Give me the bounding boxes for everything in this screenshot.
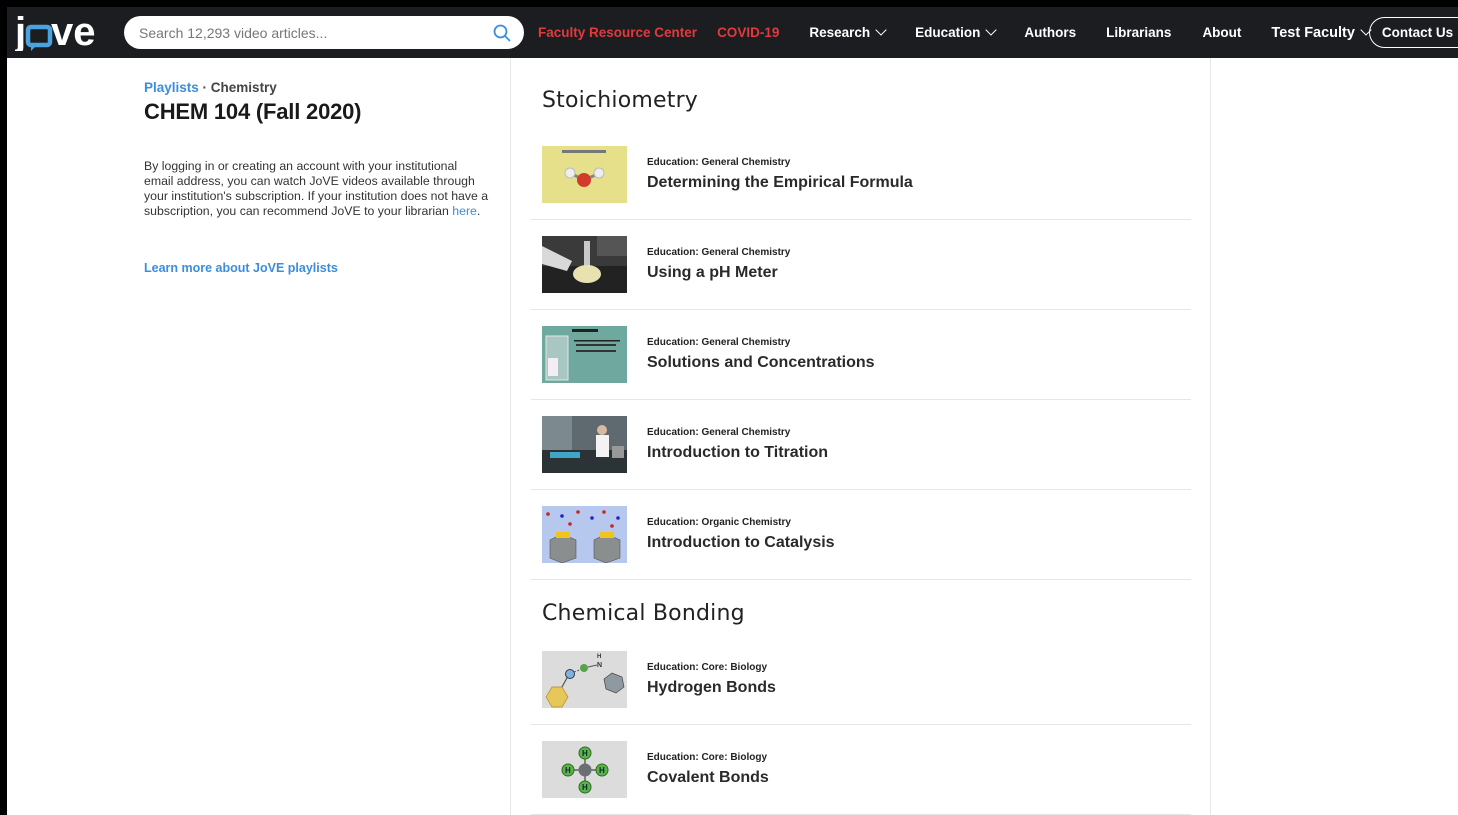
page-title: CHEM 104 (Fall 2020) [144,99,362,124]
login-info-body: By logging in or creating an account wit… [144,159,489,218]
svg-text:H: H [565,766,571,775]
video-title-link[interactable]: Using a pH Meter [647,264,790,282]
video-category: Education: Core: Biology [647,662,767,673]
video-title-link[interactable]: Solutions and Concentrations [647,354,875,372]
search-icon[interactable] [492,23,512,43]
video-title-link[interactable]: Introduction to Catalysis [647,534,835,552]
video-category: Education: General Chemistry [647,337,791,348]
svg-text:j: j [15,15,26,51]
recommend-here-link[interactable]: here [452,204,477,218]
svg-text:H: H [599,766,605,775]
svg-text:H: H [582,783,588,792]
list-item[interactable]: H H H H Education: Core: Biology Covalen… [531,725,1191,815]
video-title-link[interactable]: Determining the Empirical Formula [647,174,913,192]
svg-text:H: H [597,654,601,660]
nav-authors[interactable]: Authors [1024,25,1076,40]
playlist-sidebar: Playlists · Chemistry CHEM 104 (Fall 202… [144,80,489,275]
breadcrumb-playlists-link[interactable]: Playlists [144,80,199,95]
nav-research-label: Research [809,25,871,40]
video-category: Education: Core: Biology [647,752,767,763]
window-frame-left [0,0,7,815]
column-divider-left [510,58,511,815]
video-title-link[interactable]: Introduction to Titration [647,444,828,462]
video-thumbnail[interactable]: N H [542,651,627,708]
list-item[interactable]: Education: General Chemistry Solutions a… [531,310,1191,400]
login-info-end: . [476,204,481,218]
breadcrumb-current: Chemistry [210,80,277,95]
chevron-down-icon [875,24,887,36]
video-category: Education: Organic Chemistry [647,517,791,528]
nav-faculty-resource-center[interactable]: Faculty Resource Center [538,25,697,40]
login-info-text: By logging in or creating an account wit… [144,159,489,219]
playlist-content: Stoichiometry Education: General Chemist… [531,58,1191,815]
video-thumbnail[interactable] [542,146,627,203]
list-item[interactable]: Education: Organic Chemistry Introductio… [531,490,1191,580]
list-item[interactable]: Education: General Chemistry Determining… [531,130,1191,220]
video-thumbnail[interactable]: H H H H [542,741,627,798]
nav-education-label: Education [915,25,981,40]
nav-about[interactable]: About [1202,25,1241,40]
video-thumbnail[interactable] [542,506,627,563]
nav-research-dropdown[interactable]: Research [809,24,887,40]
nav-education-dropdown[interactable]: Education [915,24,998,40]
user-menu-dropdown[interactable]: Test Faculty [1271,24,1372,41]
svg-text:H: H [582,749,588,758]
jove-logo-mark: j ve [15,15,96,51]
breadcrumb-separator: · [198,80,211,95]
video-title-link[interactable]: Covalent Bonds [647,769,769,787]
breadcrumb: Playlists · Chemistry [144,80,489,95]
section-title-chemical-bonding: Chemical Bonding [542,601,745,626]
video-title-link[interactable]: Hydrogen Bonds [647,679,776,697]
list-item[interactable]: Education: General Chemistry Using a pH … [531,220,1191,310]
window-frame-top [0,0,1458,7]
chevron-down-icon [985,24,998,36]
list-item[interactable]: Education: General Chemistry Introductio… [531,400,1191,490]
nav-covid-19[interactable]: COVID-19 [717,25,779,40]
jove-logo[interactable]: j ve [7,7,107,58]
svg-text:N: N [597,662,602,669]
video-category: Education: General Chemistry [647,157,791,168]
learn-more-playlists-link[interactable]: Learn more about JoVE playlists [144,261,489,275]
nav-librarians[interactable]: Librarians [1106,25,1171,40]
section-title-stoichiometry: Stoichiometry [542,88,699,113]
video-thumbnail[interactable] [542,416,627,473]
video-thumbnail[interactable] [542,326,627,383]
search-input[interactable] [139,24,492,41]
video-category: Education: General Chemistry [647,247,791,258]
main-nav: Faculty Resource Center COVID-19 Researc… [538,7,1372,58]
contact-us-button[interactable]: Contact Us [1369,17,1458,48]
column-divider-right [1210,58,1211,815]
user-name: Test Faculty [1271,24,1355,41]
video-category: Education: General Chemistry [647,427,791,438]
list-item[interactable]: N H Education: Core: Biology Hydrogen Bo… [531,635,1191,725]
search-box [124,16,524,49]
video-thumbnail[interactable] [542,236,627,293]
svg-text:ve: ve [51,15,96,51]
top-navbar: j ve Faculty Resource Center COVID-19 Re… [7,7,1458,58]
